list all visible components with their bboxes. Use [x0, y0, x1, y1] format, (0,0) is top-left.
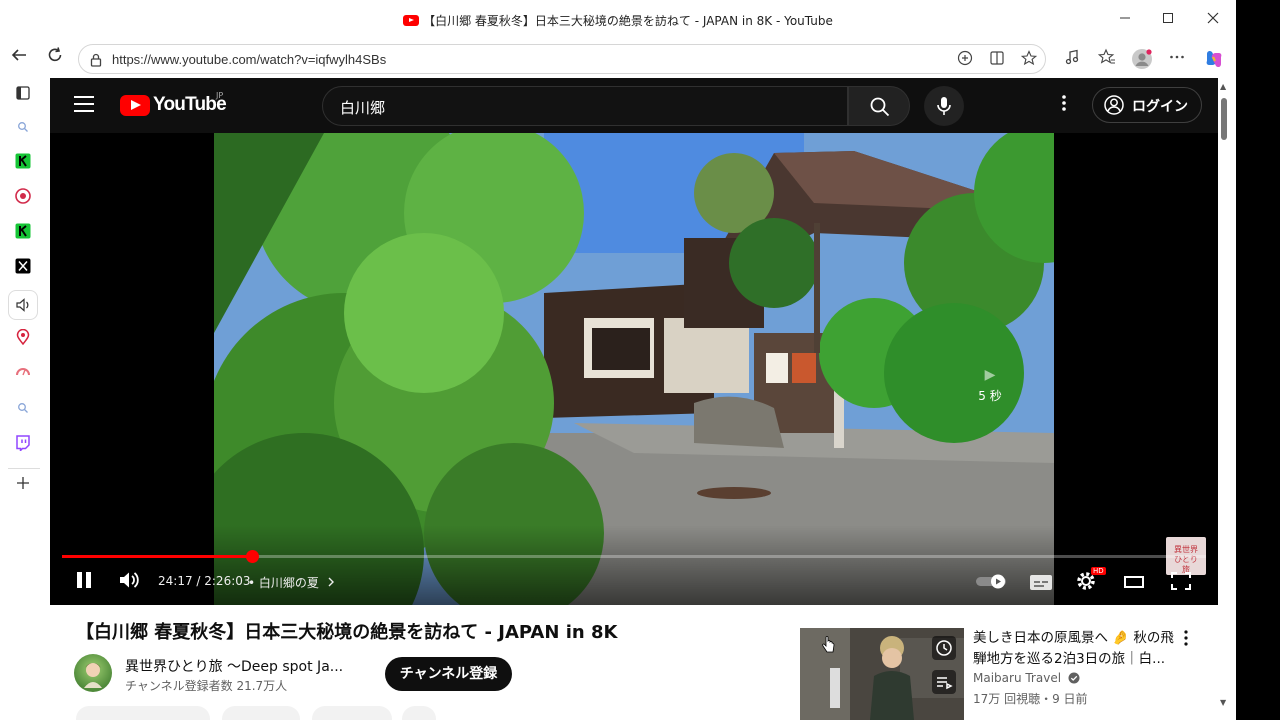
youtube-favicon-icon: [403, 15, 420, 26]
youtube-logo-text: YouTube: [153, 94, 227, 115]
scroll-down-icon[interactable]: ▼: [1220, 698, 1226, 707]
recommendation-menu-icon[interactable]: [1178, 630, 1194, 650]
channel-avatar[interactable]: [74, 654, 112, 692]
scroll-up-icon[interactable]: ▲: [1220, 82, 1226, 91]
profile-icon[interactable]: [1131, 48, 1153, 70]
verified-icon: [1068, 672, 1080, 684]
theater-mode-icon[interactable]: [1123, 573, 1145, 595]
lock-icon[interactable]: [89, 52, 103, 67]
location-icon[interactable]: [12, 328, 34, 351]
more-icon[interactable]: [1166, 48, 1188, 70]
translate-icon[interactable]: [955, 50, 975, 70]
skip-hint: ▶ 5 秒: [968, 367, 1012, 417]
back-icon[interactable]: [6, 46, 32, 72]
close-icon[interactable]: [1200, 8, 1226, 32]
account-icon: [1104, 95, 1124, 115]
maximize-icon[interactable]: [1155, 8, 1181, 32]
youtube-page: YouTube JP 白川郷 ログイン ▶ 5 秒 異世界ひとり旅 24:17 …: [50, 78, 1218, 720]
cursor-hand-icon: [822, 636, 835, 653]
search-icon[interactable]: [12, 399, 34, 421]
sidebar-divider: [8, 468, 40, 469]
skip-seconds: 5 秒: [978, 389, 1002, 403]
search-button[interactable]: [848, 86, 910, 126]
region-code: JP: [216, 91, 224, 100]
video-player[interactable]: ▶ 5 秒 異世界ひとり旅 24:17 / 2:26:03 • 白川郷の夏 HD: [50, 133, 1218, 605]
music-icon[interactable]: [1061, 48, 1083, 70]
watch-later-icon[interactable]: [932, 636, 956, 660]
minimize-icon[interactable]: [1112, 8, 1138, 32]
save-button[interactable]: [312, 706, 392, 720]
x-icon[interactable]: [12, 258, 34, 280]
video-title: 【白川郷 春夏秋冬】日本三大秘境の絶景を訪ねて - JAPAN in 8K: [76, 622, 618, 643]
address-bar[interactable]: https://www.youtube.com/watch?v=iqfwylh4…: [78, 44, 1046, 74]
voice-search-button[interactable]: [924, 86, 964, 126]
app-icon[interactable]: [12, 188, 34, 210]
like-button[interactable]: [76, 706, 210, 720]
time-display: 24:17 / 2:26:03: [158, 574, 251, 588]
copilot-icon[interactable]: [1203, 48, 1225, 70]
recommendation-channel-name: Maibaru Travel: [973, 671, 1062, 685]
recommendation-meta: 17万 回視聴・9 日前: [973, 692, 1088, 706]
split-screen-icon[interactable]: [987, 50, 1007, 70]
add-to-queue-icon[interactable]: [932, 670, 956, 694]
channel-name[interactable]: 異世界ひとり旅 〜Deep spot Ja...: [125, 656, 343, 676]
chapter-title[interactable]: • 白川郷の夏: [248, 574, 335, 591]
settings-more-icon[interactable]: [1054, 94, 1074, 118]
chevron-right-icon: [328, 577, 334, 587]
login-button[interactable]: ログイン: [1092, 87, 1202, 123]
desktop-background: [1236, 0, 1280, 720]
browser-sidebar: [0, 78, 46, 720]
url-text[interactable]: https://www.youtube.com/watch?v=iqfwylh4…: [112, 52, 386, 67]
fullscreen-icon[interactable]: [1170, 571, 1192, 595]
window-title: 【白川郷 春夏秋冬】日本三大秘境の絶景を訪ねて - JAPAN in 8K - …: [0, 12, 1236, 29]
share-button[interactable]: [222, 706, 300, 720]
twitch-icon[interactable]: [12, 435, 34, 457]
search-query[interactable]: 白川郷: [340, 97, 385, 118]
volume-icon[interactable]: [118, 570, 140, 594]
window-title-text: 【白川郷 春夏秋冬】日本三大秘境の絶景を訪ねて - JAPAN in 8K - …: [423, 14, 833, 28]
search-input[interactable]: 白川郷: [322, 86, 848, 126]
recommendation-title[interactable]: 美しき日本の原風景へ 🤌 秋の飛 騨地方を巡る2泊3日の旅｜白...: [973, 628, 1183, 670]
hd-badge: HD: [1091, 567, 1106, 575]
progress-bar[interactable]: [62, 550, 1206, 563]
recommendation-title-line1: 美しき日本の原風景へ 🤌 秋の飛: [973, 630, 1174, 646]
page-scrollbar[interactable]: ▲ ▼: [1218, 78, 1232, 720]
recommendation-thumbnail[interactable]: [800, 628, 964, 720]
youtube-logo-icon: [120, 95, 150, 116]
browser-window: 【白川郷 春夏秋冬】日本三大秘境の絶景を訪ねて - JAPAN in 8K - …: [0, 0, 1236, 720]
search-icon: [870, 97, 890, 117]
subscriber-count: チャンネル登録者数 21.7万人: [125, 679, 288, 693]
sidebar-toggle-icon[interactable]: [12, 85, 34, 107]
progress-played: [62, 555, 252, 558]
fast-forward-icon: ▶: [984, 367, 996, 383]
gauge-icon[interactable]: [12, 364, 34, 386]
chapter-text: • 白川郷の夏: [248, 576, 319, 590]
autoplay-toggle[interactable]: [974, 572, 1008, 594]
login-label: ログイン: [1132, 99, 1188, 115]
mic-icon: [937, 97, 951, 115]
scrollbar-thumb[interactable]: [1221, 98, 1227, 140]
title-bar: 【白川郷 春夏秋冬】日本三大秘境の絶景を訪ねて - JAPAN in 8K - …: [0, 0, 1236, 40]
search-icon[interactable]: [12, 118, 34, 140]
subscribe-button[interactable]: チャンネル登録: [385, 657, 512, 691]
kindle-icon[interactable]: [12, 153, 34, 175]
kindle-icon[interactable]: [12, 223, 34, 245]
recommendation-title-line2: 騨地方を巡る2泊3日の旅｜白...: [973, 651, 1166, 667]
refresh-icon[interactable]: [42, 46, 68, 72]
add-icon[interactable]: [12, 475, 34, 497]
toolbar: https://www.youtube.com/watch?v=iqfwylh4…: [0, 40, 1236, 78]
youtube-header: YouTube JP 白川郷 ログイン: [50, 78, 1218, 133]
menu-icon[interactable]: [74, 96, 94, 112]
settings-icon[interactable]: HD: [1074, 567, 1106, 597]
pause-icon[interactable]: [74, 570, 94, 594]
progress-scrubber[interactable]: [245, 550, 259, 563]
audio-icon[interactable]: [8, 290, 38, 320]
recommendation-channel[interactable]: Maibaru Travel: [973, 671, 1080, 685]
favorites-icon[interactable]: [1096, 48, 1118, 70]
favorite-icon[interactable]: [1019, 50, 1039, 70]
more-actions-button[interactable]: [402, 706, 436, 720]
subtitles-icon[interactable]: [1028, 572, 1054, 596]
